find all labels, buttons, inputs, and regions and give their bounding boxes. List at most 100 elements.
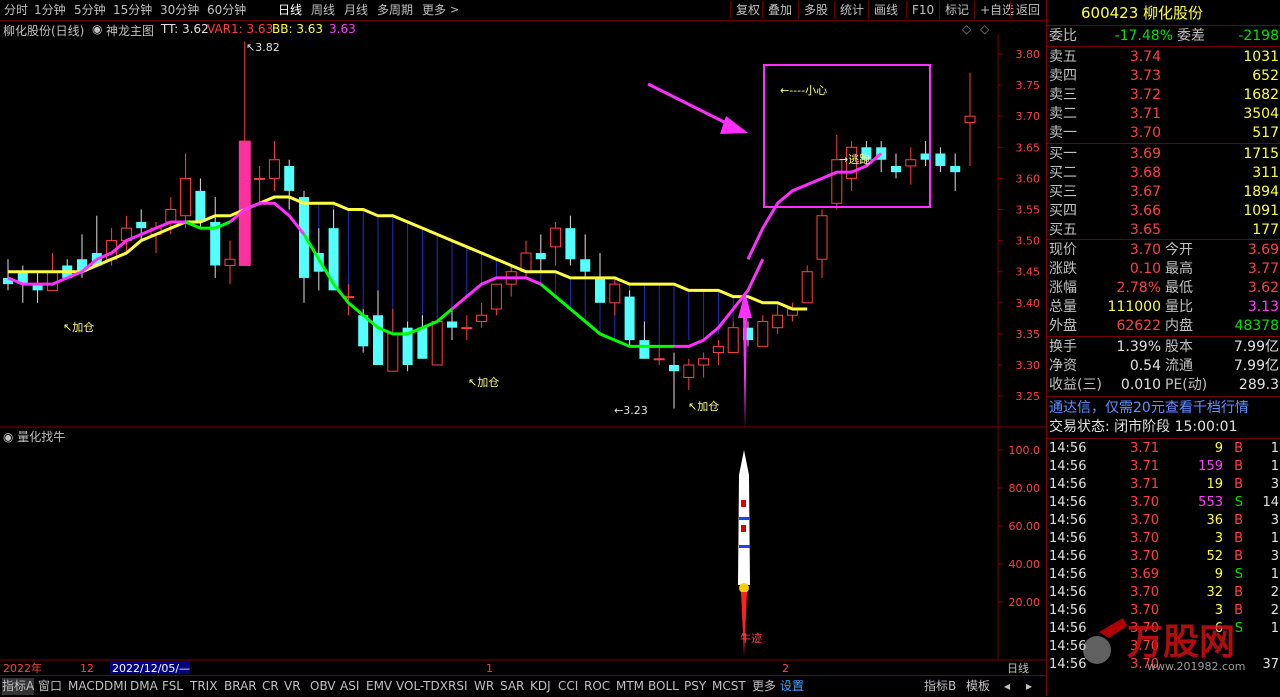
candle-body[interactable] bbox=[609, 283, 621, 304]
tab-period-fenshi[interactable]: 分时 bbox=[4, 2, 28, 18]
indicator-tab-2[interactable]: MACD bbox=[68, 678, 104, 695]
indicator-tab-12[interactable]: EMV bbox=[366, 678, 392, 695]
tab-period-multi[interactable]: 多周期 bbox=[377, 2, 413, 18]
candle-body[interactable] bbox=[136, 221, 147, 229]
candle-body[interactable] bbox=[550, 227, 562, 248]
indicator-tab-24[interactable]: 更多 bbox=[752, 678, 776, 695]
ask-row[interactable]: 卖二 3.71 3504 bbox=[1047, 105, 1280, 124]
candle-body[interactable] bbox=[565, 228, 576, 260]
tab-period-15min[interactable]: 15分钟 bbox=[113, 2, 152, 18]
kline-chart[interactable]: 3.80 3.75 3.70 3.65 3.60 3.55 3.50 3.45 3.40 3.35… bbox=[0, 20, 1046, 675]
candle-body[interactable] bbox=[891, 165, 901, 173]
indicator-tab-5[interactable]: FSL bbox=[162, 678, 183, 695]
candle-body[interactable] bbox=[284, 165, 295, 191]
template-tab[interactable]: 模板 bbox=[966, 678, 990, 695]
bid-row[interactable]: 买五 3.65 177 bbox=[1047, 221, 1280, 240]
multi-stock-button[interactable]: 多股 bbox=[798, 1, 833, 19]
candle-body[interactable] bbox=[772, 314, 784, 329]
bid-row[interactable]: 买四 3.66 1091 bbox=[1047, 202, 1280, 221]
indicator-tab-15[interactable]: WR bbox=[474, 678, 494, 695]
candle-body[interactable] bbox=[373, 315, 383, 365]
tab-period-60min[interactable]: 60分钟 bbox=[207, 2, 246, 18]
candle-body[interactable] bbox=[490, 283, 502, 310]
candle-body[interactable] bbox=[683, 364, 695, 378]
candle-body[interactable] bbox=[624, 296, 635, 341]
candle-body[interactable] bbox=[180, 177, 192, 217]
candle-body[interactable] bbox=[757, 320, 769, 347]
candle-body[interactable] bbox=[461, 327, 473, 330]
indicator-tab-13[interactable]: VOL-TDX bbox=[396, 678, 448, 695]
limit-candle-body[interactable] bbox=[238, 141, 251, 266]
indicator-tab-0[interactable]: 指标A bbox=[2, 678, 35, 695]
candle-body[interactable] bbox=[224, 258, 236, 266]
ask-row[interactable]: 卖一 3.70 517 bbox=[1047, 124, 1280, 143]
ask-row[interactable]: 卖五 3.74 1031 bbox=[1047, 48, 1280, 67]
indicator-tab-3[interactable]: DMI bbox=[104, 678, 127, 695]
candle-body[interactable] bbox=[165, 209, 177, 223]
indicator-tab-18[interactable]: CCI bbox=[558, 678, 578, 695]
arrow-left-icon[interactable]: ◂ bbox=[1004, 678, 1010, 695]
candle-body[interactable] bbox=[431, 320, 443, 366]
indicator-tab-21[interactable]: BOLL bbox=[648, 678, 679, 695]
candle-body[interactable] bbox=[447, 321, 457, 328]
candle-body[interactable] bbox=[964, 115, 976, 123]
stats-button[interactable]: 统计 bbox=[834, 1, 869, 19]
bid-row[interactable]: 买二 3.68 311 bbox=[1047, 164, 1280, 183]
indicator-tab-22[interactable]: PSY bbox=[684, 678, 706, 695]
overlay-button[interactable]: 叠加 bbox=[762, 1, 797, 19]
candle-body[interactable] bbox=[831, 159, 843, 204]
indicator-tab-6[interactable]: TRIX bbox=[190, 678, 217, 695]
tab-period-5min[interactable]: 5分钟 bbox=[74, 2, 106, 18]
tab-period-1min[interactable]: 1分钟 bbox=[34, 2, 66, 18]
candle-body[interactable] bbox=[387, 333, 399, 372]
indicator-b-tab[interactable]: 指标B bbox=[924, 678, 956, 695]
tab-period-more[interactable]: 更多 bbox=[422, 2, 446, 18]
bid-row[interactable]: 买三 3.67 1894 bbox=[1047, 183, 1280, 202]
tab-period-monthly[interactable]: 月线 bbox=[344, 2, 368, 18]
mark-button[interactable]: 标记 bbox=[939, 1, 974, 19]
candle-body[interactable] bbox=[801, 271, 813, 304]
candle-body[interactable] bbox=[669, 365, 679, 372]
candle-body[interactable] bbox=[595, 277, 605, 303]
back-button[interactable]: 返回 bbox=[1010, 1, 1045, 19]
bid-row[interactable]: 买一 3.69 1715 bbox=[1047, 145, 1280, 164]
indicator-tab-20[interactable]: MTM bbox=[616, 678, 644, 695]
candle-body[interactable] bbox=[46, 271, 58, 291]
draw-line-button[interactable]: 画线 bbox=[868, 1, 903, 19]
candle-body[interactable] bbox=[698, 358, 710, 366]
candle-body[interactable] bbox=[727, 327, 739, 354]
indicator-tab-1[interactable]: 窗口 bbox=[38, 678, 62, 695]
indicator-tab-11[interactable]: ASI bbox=[340, 678, 359, 695]
arrow-right-icon[interactable]: ▸ bbox=[1026, 678, 1032, 695]
tab-period-daily[interactable]: 日线 bbox=[278, 2, 302, 18]
tab-period-weekly[interactable]: 周线 bbox=[311, 2, 335, 18]
indicator-tab-7[interactable]: BRAR bbox=[224, 678, 257, 695]
sub-indicator-title[interactable]: ◉ 量化找牛 bbox=[3, 429, 65, 444]
indicator-tab-14[interactable]: RSI bbox=[448, 678, 468, 695]
candle-body[interactable] bbox=[417, 327, 428, 359]
indicator-tab-16[interactable]: SAR bbox=[500, 678, 524, 695]
candle-body[interactable] bbox=[195, 190, 206, 222]
candle-body[interactable] bbox=[535, 253, 546, 260]
ask-row[interactable]: 卖三 3.72 1682 bbox=[1047, 86, 1280, 105]
f10-button[interactable]: F10 bbox=[906, 1, 939, 19]
indicator-tab-10[interactable]: OBV bbox=[310, 678, 336, 695]
candle-body[interactable] bbox=[639, 340, 650, 359]
candle-body[interactable] bbox=[935, 153, 946, 166]
candle-body[interactable] bbox=[580, 259, 591, 272]
indicator-tab-17[interactable]: KDJ bbox=[530, 678, 551, 695]
indicator-tab-19[interactable]: ROC bbox=[584, 678, 610, 695]
ask-row[interactable]: 卖四 3.73 652 bbox=[1047, 67, 1280, 86]
indicator-tab-23[interactable]: MCST bbox=[712, 678, 746, 695]
candle-body[interactable] bbox=[816, 215, 828, 260]
indicator-tab-4[interactable]: DMA bbox=[130, 678, 158, 695]
tab-period-30min[interactable]: 30分钟 bbox=[160, 2, 199, 18]
indicator-tab-9[interactable]: VR bbox=[284, 678, 301, 695]
chevron-right-icon[interactable]: > bbox=[450, 2, 459, 18]
candle-body[interactable] bbox=[254, 177, 266, 180]
indicator-tab-8[interactable]: CR bbox=[262, 678, 279, 695]
candle-body[interactable] bbox=[653, 358, 665, 361]
candle-body[interactable] bbox=[268, 159, 280, 179]
candle-body[interactable] bbox=[476, 314, 488, 322]
indicator-tab-25[interactable]: 设置 bbox=[780, 678, 804, 695]
